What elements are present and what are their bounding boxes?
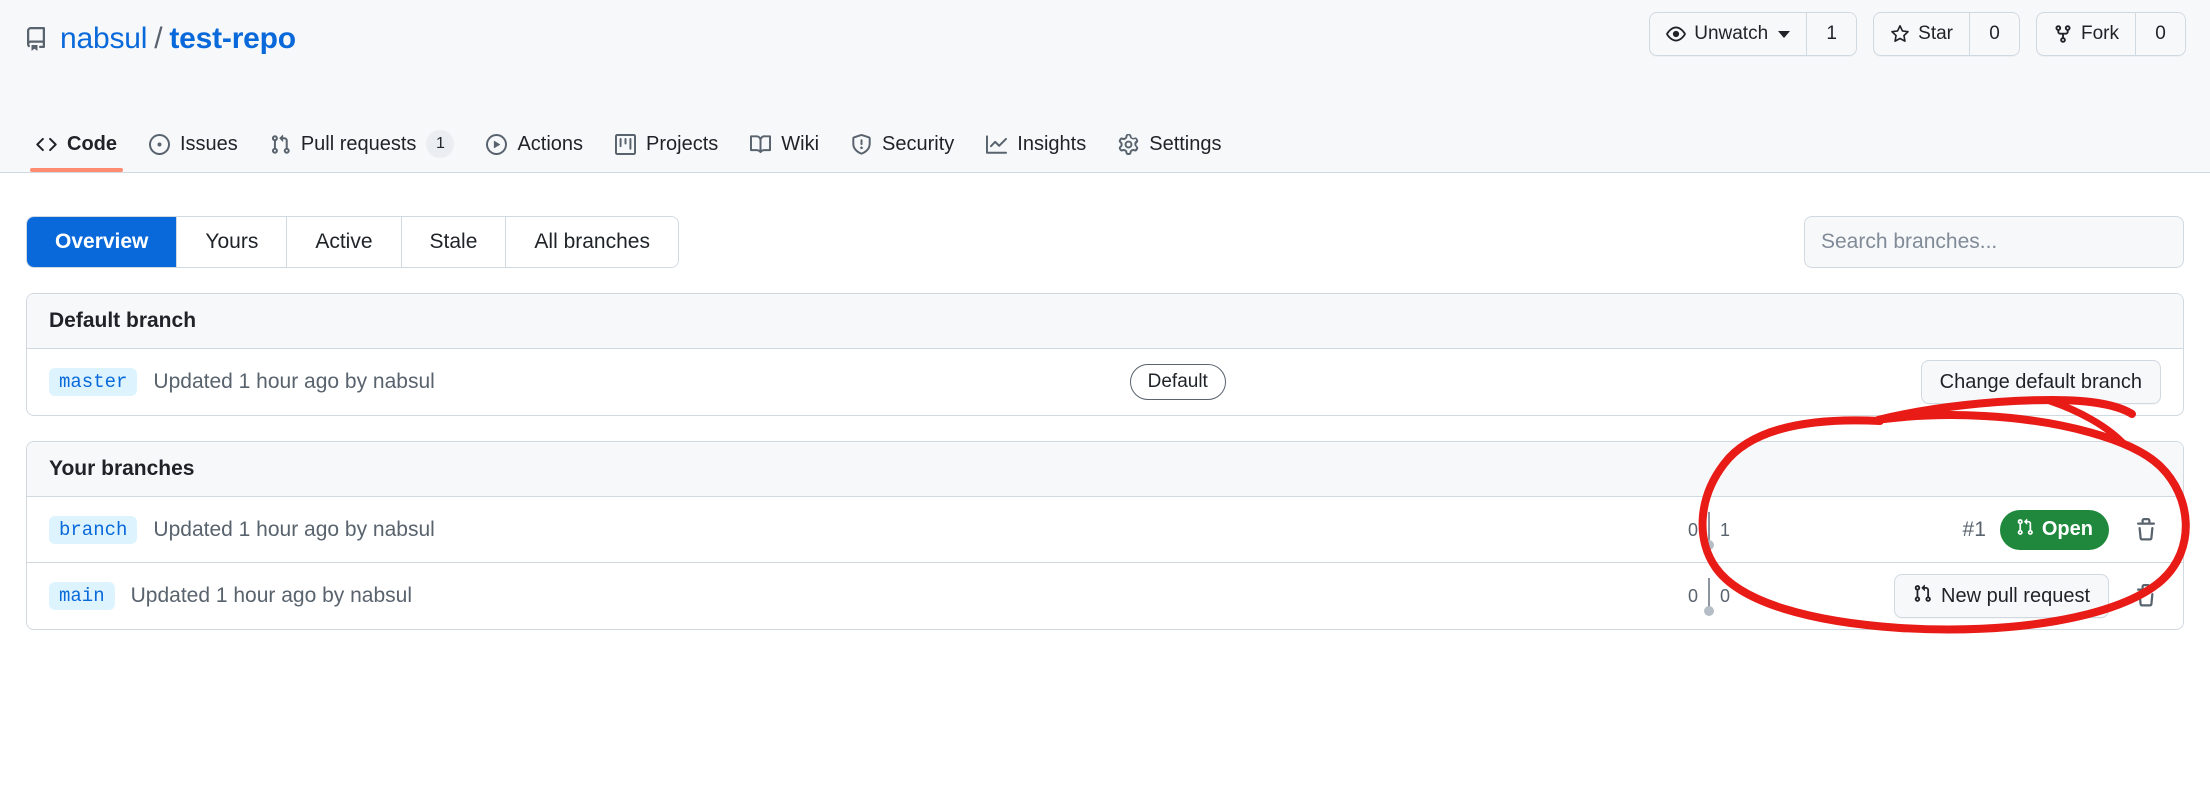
code-icon: [36, 134, 57, 155]
star-icon: [1890, 24, 1910, 44]
tab-projects-label: Projects: [646, 132, 719, 155]
eye-icon: [1666, 24, 1687, 44]
gear-icon: [1118, 133, 1139, 155]
search-input[interactable]: [1821, 230, 2167, 254]
repo-actions: Unwatch 1 Star 0 Fork 0: [1649, 12, 2186, 56]
tab-actions-label: Actions: [517, 132, 584, 155]
unwatch-label: Unwatch: [1694, 23, 1769, 44]
fork-button[interactable]: Fork: [2037, 13, 2135, 55]
fork-button-group[interactable]: Fork 0: [2036, 12, 2186, 56]
shield-icon: [851, 133, 872, 155]
star-count[interactable]: 0: [1969, 13, 2019, 55]
fork-icon: [2053, 24, 2073, 44]
branches-page: Overview Yours Active Stale All branches…: [0, 173, 2210, 630]
tab-issues[interactable]: Issues: [137, 116, 250, 172]
ahead-count: 0: [1719, 586, 1730, 606]
tab-pull-requests[interactable]: Pull requests 1: [258, 116, 467, 172]
branches-filter-row: Overview Yours Active Stale All branches: [26, 173, 2184, 268]
branch-filter-tab-yours[interactable]: Yours: [177, 217, 288, 267]
tab-security[interactable]: Security: [839, 116, 966, 172]
status-badge[interactable]: Open: [1999, 509, 2109, 550]
pull-request-number[interactable]: #1: [1963, 518, 1986, 542]
git-pull-request-icon: [1913, 584, 1932, 609]
behind-count: 0: [1687, 519, 1698, 540]
tab-wiki-label: Wiki: [781, 132, 820, 155]
pull-requests-count-badge: 1: [426, 130, 455, 158]
branch-filter-tab-overview[interactable]: Overview: [27, 217, 178, 267]
new-pull-request-button[interactable]: New pull request: [1894, 574, 2109, 618]
ahead-behind-divider: [1704, 578, 1714, 616]
tab-wiki[interactable]: Wiki: [738, 116, 831, 172]
ahead-behind-divider: [1704, 511, 1714, 550]
trash-icon[interactable]: [2131, 513, 2161, 547]
trash-icon[interactable]: [2131, 579, 2161, 613]
unwatch-button[interactable]: Unwatch: [1650, 13, 1806, 55]
project-icon: [615, 133, 637, 155]
fork-count[interactable]: 0: [2135, 13, 2185, 55]
watch-count[interactable]: 1: [1806, 13, 1857, 55]
star-button[interactable]: Star: [1874, 13, 1969, 55]
branch-updated-meta: Updated 1 hour ago by nabsul: [153, 370, 435, 393]
row-actions: #1 Open: [1741, 509, 2161, 550]
tab-security-label: Security: [882, 132, 955, 155]
repo-owner-link[interactable]: nabsul: [60, 22, 147, 55]
tab-insights[interactable]: Insights: [974, 116, 1098, 172]
branch-name-link[interactable]: master: [49, 368, 138, 396]
branch-filter-tab-all-branches[interactable]: All branches: [506, 217, 678, 267]
git-pull-request-icon: [270, 134, 291, 155]
tab-settings-label: Settings: [1149, 132, 1222, 155]
your-branches-panel: Your branches branch Updated 1 hour ago …: [26, 441, 2184, 630]
behind-count: 0: [1687, 586, 1698, 606]
branch-updated-meta: Updated 1 hour ago by nabsul: [153, 517, 435, 541]
tab-projects[interactable]: Projects: [603, 116, 730, 172]
tab-settings[interactable]: Settings: [1106, 116, 1233, 172]
ahead-behind-indicator: 0 1: [1677, 511, 1741, 550]
branch-filter-tabs: Overview Yours Active Stale All branches: [26, 216, 679, 268]
repo-nav: Code Issues Pull requests 1 Actions Proj…: [24, 102, 1234, 172]
graph-icon: [986, 134, 1008, 155]
repo-header: nabsul / test-repo Unwatch 1 Star 0 Fork…: [0, 0, 2210, 173]
issue-opened-icon: [149, 133, 170, 155]
tab-issues-label: Issues: [180, 132, 238, 155]
tab-code-label: Code: [67, 132, 117, 155]
tab-actions[interactable]: Actions: [474, 116, 595, 172]
chevron-down-icon: [1778, 30, 1791, 38]
fork-label: Fork: [2081, 23, 2119, 44]
branch-filter-tab-stale[interactable]: Stale: [401, 217, 507, 267]
table-row: branch Updated 1 hour ago by nabsul 0 1 …: [27, 497, 2183, 563]
watch-button-group[interactable]: Unwatch 1: [1649, 12, 1858, 56]
your-branches-panel-title: Your branches: [27, 442, 2183, 497]
default-branch-panel: Default branch master Updated 1 hour ago…: [26, 293, 2184, 416]
change-default-branch-button[interactable]: Change default branch: [1920, 360, 2162, 404]
branch-name-link[interactable]: branch: [49, 515, 138, 544]
branch-name-link[interactable]: main: [49, 582, 115, 610]
status-badge-label: Open: [2041, 518, 2093, 540]
status-badge: Default: [1129, 363, 1226, 401]
git-pull-request-icon: [2016, 518, 2034, 542]
branch-updated-meta: Updated 1 hour ago by nabsul: [130, 584, 412, 607]
ahead-behind-indicator: 0 0: [1677, 578, 1741, 616]
tab-code[interactable]: Code: [24, 116, 129, 172]
star-label: Star: [1918, 23, 1953, 44]
table-row: main Updated 1 hour ago by nabsul 0 0 Ne…: [27, 563, 2183, 629]
page-title: nabsul / test-repo: [60, 24, 296, 54]
star-button-group[interactable]: Star 0: [1873, 12, 2020, 56]
repo-name-link[interactable]: test-repo: [169, 22, 296, 55]
repo-book-icon: [24, 27, 48, 51]
table-row: master Updated 1 hour ago by nabsul Defa…: [27, 349, 2183, 415]
ahead-count: 1: [1719, 519, 1730, 540]
row-actions: New pull request: [1741, 574, 2161, 618]
tab-pull-requests-label: Pull requests: [300, 132, 417, 155]
tab-insights-label: Insights: [1017, 132, 1087, 155]
default-branch-panel-title: Default branch: [27, 294, 2183, 349]
book-icon: [750, 134, 772, 155]
search-branches-box[interactable]: [1804, 216, 2184, 268]
repo-path-separator: /: [154, 22, 163, 55]
new-pull-request-label: New pull request: [1941, 584, 2090, 607]
branch-filter-tab-active[interactable]: Active: [287, 217, 402, 267]
play-icon: [486, 133, 508, 155]
